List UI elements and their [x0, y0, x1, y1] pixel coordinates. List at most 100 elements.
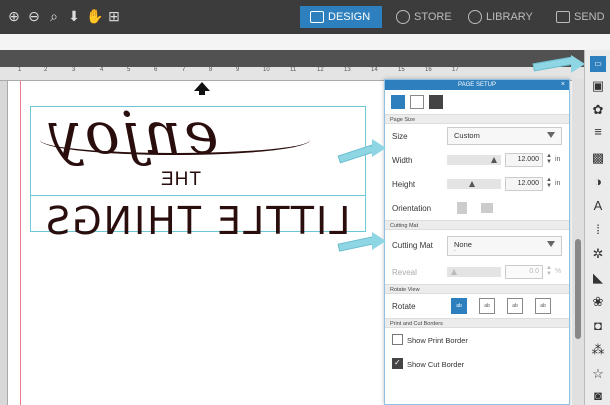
section-page-size: Page Size: [385, 114, 569, 124]
vertical-scrollbar[interactable]: [572, 79, 584, 405]
cutting-mat-select[interactable]: None -: [447, 236, 562, 256]
height-slider[interactable]: [447, 179, 501, 189]
ruler-tick: 9: [236, 67, 240, 73]
trace-icon[interactable]: ⁂: [590, 342, 606, 358]
vertical-ruler: [0, 81, 8, 405]
zoom-fit-icon[interactable]: ⌕: [46, 8, 62, 24]
move-down-icon[interactable]: ⬇: [66, 8, 82, 24]
toolbar-gap: [0, 34, 610, 50]
image-icon[interactable]: ▩: [590, 150, 606, 166]
size-value: Custom: [454, 131, 480, 140]
callout-arrow-icon: [571, 55, 585, 73]
portrait-icon[interactable]: [457, 202, 467, 214]
ruler-tick: 16: [425, 67, 432, 73]
page-setup-icon[interactable]: ▭: [590, 56, 606, 72]
zoom-in-icon[interactable]: ⊕: [6, 8, 22, 24]
show-cut-border-label: Show Cut Border: [407, 360, 465, 369]
fit-page-icon[interactable]: ⊞: [106, 8, 122, 24]
scrollbar-thumb[interactable]: [575, 239, 581, 339]
height-field[interactable]: 12.000: [505, 177, 543, 191]
slider-thumb[interactable]: [451, 269, 457, 275]
fill-icon[interactable]: ▣: [590, 78, 606, 94]
pan-hand-icon[interactable]: ✋: [86, 8, 103, 24]
cutting-mat-label: Cutting Mat: [392, 241, 433, 250]
store-icon: [396, 10, 410, 24]
rotate-270-button[interactable]: ab: [535, 298, 551, 314]
top-toolbar: ⊕ ⊖ ⌕ ⬇ ✋ ⊞ DESIGN STORE LIBRARY SEND: [0, 0, 610, 34]
width-stepper[interactable]: ▲ ▼: [546, 153, 552, 165]
panel-title-bar[interactable]: PAGE SETUP ×: [385, 80, 569, 90]
ruler-tick: 7: [182, 67, 186, 73]
text-icon[interactable]: A: [590, 198, 606, 214]
chevron-down-icon: [547, 132, 555, 138]
slider-thumb[interactable]: [469, 181, 475, 187]
callout-arrow-icon: [372, 232, 386, 250]
show-cut-border-checkbox[interactable]: [392, 358, 403, 369]
ruler-tick: 13: [344, 67, 351, 73]
ruler-tick: 8: [209, 67, 213, 73]
reveal-field[interactable]: 0.0: [505, 265, 543, 279]
design-script-word[interactable]: enjoy: [46, 99, 218, 167]
rotate-0-button[interactable]: ab: [451, 298, 467, 314]
reveal-row: Reveal 0.0 ▲ ▼ %: [385, 260, 569, 284]
reveal-unit: %: [555, 268, 562, 275]
design-divider-line: [30, 195, 366, 196]
star-icon[interactable]: ☆: [590, 366, 606, 382]
transparency-tab-icon[interactable]: [429, 95, 443, 109]
show-print-border-checkbox[interactable]: [392, 334, 403, 345]
grid-icon: [310, 11, 324, 23]
design-small-word[interactable]: THE: [160, 169, 201, 191]
print-border-row: Show Print Border: [385, 328, 569, 352]
show-print-border-label: Show Print Border: [407, 336, 468, 345]
ruler-tick: 3: [72, 67, 76, 73]
orientation-label: Orientation: [392, 204, 432, 213]
tool-icons: ⊕ ⊖ ⌕ ⬇ ✋ ⊞: [6, 8, 122, 24]
size-label: Size: [392, 132, 408, 141]
size-select[interactable]: Custom: [447, 127, 562, 145]
ruler-tick: 14: [371, 67, 378, 73]
height-stepper[interactable]: ▲ ▼: [546, 177, 552, 189]
align-icon[interactable]: ⁞: [590, 222, 606, 238]
nest-icon[interactable]: ◣: [590, 270, 606, 286]
line-style-icon[interactable]: ≡: [590, 124, 606, 140]
send-panel-icon[interactable]: ◙: [590, 388, 606, 404]
tab-library-label: LIBRARY: [486, 11, 533, 23]
width-slider[interactable]: [447, 155, 501, 165]
reveal-slider[interactable]: [447, 267, 501, 277]
replicate-icon[interactable]: ✲: [590, 246, 606, 262]
palette-icon[interactable]: ✿: [590, 102, 606, 118]
tab-design[interactable]: DESIGN: [300, 6, 383, 28]
ruler-tick: 2: [44, 67, 48, 73]
reveal-stepper[interactable]: ▲ ▼: [546, 265, 552, 277]
ruler-tick: 4: [100, 67, 104, 73]
tab-store[interactable]: STORE: [396, 6, 452, 28]
rotate-90-button[interactable]: ab: [479, 298, 495, 314]
rotate-label: Rotate: [392, 302, 416, 311]
modify-icon[interactable]: ❀: [590, 294, 606, 310]
contrast-icon[interactable]: ◑: [590, 174, 606, 190]
design-bottom-words[interactable]: LITTLE THINGS: [44, 199, 350, 243]
tab-send[interactable]: SEND: [556, 6, 605, 28]
panel-title: PAGE SETUP: [458, 82, 496, 88]
page-tab-icon[interactable]: [391, 95, 405, 109]
close-icon[interactable]: ×: [561, 80, 565, 90]
width-field[interactable]: 12.000: [505, 153, 543, 167]
ruler-tick: 15: [398, 67, 405, 73]
send-icon: [556, 11, 570, 23]
slider-thumb[interactable]: [491, 157, 497, 163]
grid-tab-icon[interactable]: [410, 95, 424, 109]
zoom-out-icon[interactable]: ⊖: [26, 8, 42, 24]
tab-design-label: DESIGN: [328, 11, 371, 23]
width-label: Width: [392, 156, 413, 165]
tab-library[interactable]: LIBRARY: [468, 6, 533, 28]
rotate-180-button[interactable]: ab: [507, 298, 523, 314]
feed-direction-arrow-stem: [199, 90, 205, 95]
ruler-tick: 5: [127, 67, 131, 73]
cutting-mat-row: Cutting Mat None -: [385, 230, 569, 260]
ruler-tick: 10: [263, 67, 270, 73]
orientation-row: Orientation: [385, 196, 569, 220]
section-rotate-view: Rotate View: [385, 284, 569, 294]
size-row: Size Custom: [385, 124, 569, 148]
landscape-icon[interactable]: [481, 203, 493, 213]
offset-icon[interactable]: ◘: [590, 318, 606, 334]
